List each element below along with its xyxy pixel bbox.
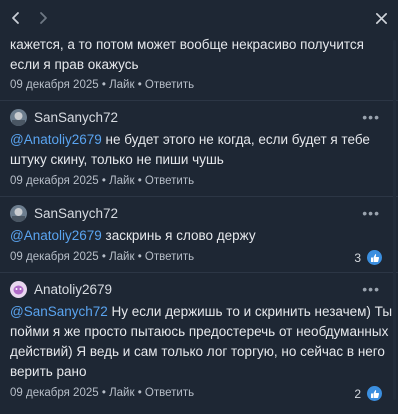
comment-meta: 09 декабря 2025 • Лайк • Ответить — [10, 175, 194, 187]
avatar-image — [10, 204, 27, 222]
reply-link[interactable]: Ответить — [145, 251, 194, 263]
comment-date: 09 декабря 2025 — [10, 387, 99, 399]
thumbs-up-icon — [367, 386, 382, 401]
comment-text-line: @SanSanych72 Ну если держишь то и скрини… — [10, 301, 392, 322]
mention-link[interactable]: @SanSanych72 — [10, 304, 108, 319]
author-name[interactable]: Anatoliy2679 — [34, 282, 112, 297]
divider — [0, 196, 398, 197]
reactions[interactable]: 3 — [354, 250, 382, 265]
back-button[interactable] — [4, 6, 28, 30]
mention-link[interactable]: @Anatoliy2679 — [10, 132, 102, 147]
thumbs-up-icon — [367, 250, 382, 265]
like-link[interactable]: Лайк — [109, 387, 134, 399]
comment-date: 09 декабря 2025 — [10, 175, 99, 187]
chevron-left-icon — [12, 12, 19, 24]
forward-button[interactable] — [31, 6, 55, 30]
author-name[interactable]: SanSanych72 — [34, 206, 118, 221]
separator: • — [101, 175, 106, 187]
chevron-right-icon — [40, 12, 47, 24]
avatar[interactable] — [10, 280, 27, 298]
separator: • — [101, 251, 106, 263]
avatar-image — [10, 280, 27, 298]
scrollbar[interactable] — [393, 40, 396, 400]
comment-text: Ну если держишь то и скринить незачем) Т… — [107, 304, 393, 319]
comment-date: 09 декабря 2025 — [10, 79, 99, 91]
more-options-button[interactable]: ••• — [362, 282, 380, 296]
comment-header: Anatoliy2679 — [10, 279, 112, 299]
comment-text: не будет этого не когда, если будет я те… — [101, 132, 370, 147]
reply-link[interactable]: Ответить — [145, 175, 194, 187]
avatar-image — [10, 108, 27, 126]
separator: • — [137, 387, 142, 399]
comment-text-line: верить рано — [10, 364, 87, 379]
top-bar — [0, 0, 398, 36]
separator: • — [101, 387, 106, 399]
comment-header: SanSanych72 — [10, 107, 118, 127]
likes-count: 2 — [354, 386, 361, 401]
comment-text-line: если я прав окажусь — [10, 57, 139, 72]
like-link[interactable]: Лайк — [109, 79, 134, 91]
comment-meta: 09 декабря 2025 • Лайк • Ответить — [10, 387, 194, 399]
divider — [0, 272, 398, 273]
comment-meta: 09 декабря 2025 • Лайк • Ответить — [10, 251, 194, 263]
reactions[interactable]: 2 — [354, 386, 382, 401]
like-link[interactable]: Лайк — [109, 251, 134, 263]
separator: • — [137, 175, 142, 187]
close-icon — [375, 12, 387, 24]
avatar[interactable] — [10, 108, 27, 126]
comment-text-line: @Anatoliy2679 заскринь я слово держу — [10, 225, 256, 246]
comment-date: 09 декабря 2025 — [10, 251, 99, 263]
comment-text-line: пойми я же просто пытаюсь предостеречь о… — [10, 324, 389, 339]
more-options-button[interactable]: ••• — [362, 110, 380, 124]
comment-meta: 09 декабря 2025 • Лайк • Ответить — [10, 79, 194, 91]
divider — [0, 100, 398, 101]
comment-text-line: штуку скину, только не пиши чушь — [10, 152, 224, 167]
comment-header: SanSanych72 — [10, 203, 118, 223]
mention-link[interactable]: @Anatoliy2679 — [10, 228, 102, 243]
comment-text: заскринь я слово держу — [101, 228, 256, 243]
comment-text-line: действий) Я ведь и сам только лог торгую… — [10, 344, 385, 359]
separator: • — [101, 79, 106, 91]
likes-count: 3 — [354, 250, 361, 265]
more-options-button[interactable]: ••• — [362, 206, 380, 220]
separator: • — [137, 79, 142, 91]
comment-text-line: @Anatoliy2679 не будет этого не когда, е… — [10, 129, 370, 150]
reply-link[interactable]: Ответить — [145, 79, 194, 91]
separator: • — [137, 251, 142, 263]
author-name[interactable]: SanSanych72 — [34, 110, 118, 125]
avatar[interactable] — [10, 204, 27, 222]
comment-text-line: кажется, а то потом может вообще некраси… — [10, 37, 364, 52]
reply-link[interactable]: Ответить — [145, 387, 194, 399]
like-link[interactable]: Лайк — [109, 175, 134, 187]
close-button[interactable] — [370, 7, 392, 29]
